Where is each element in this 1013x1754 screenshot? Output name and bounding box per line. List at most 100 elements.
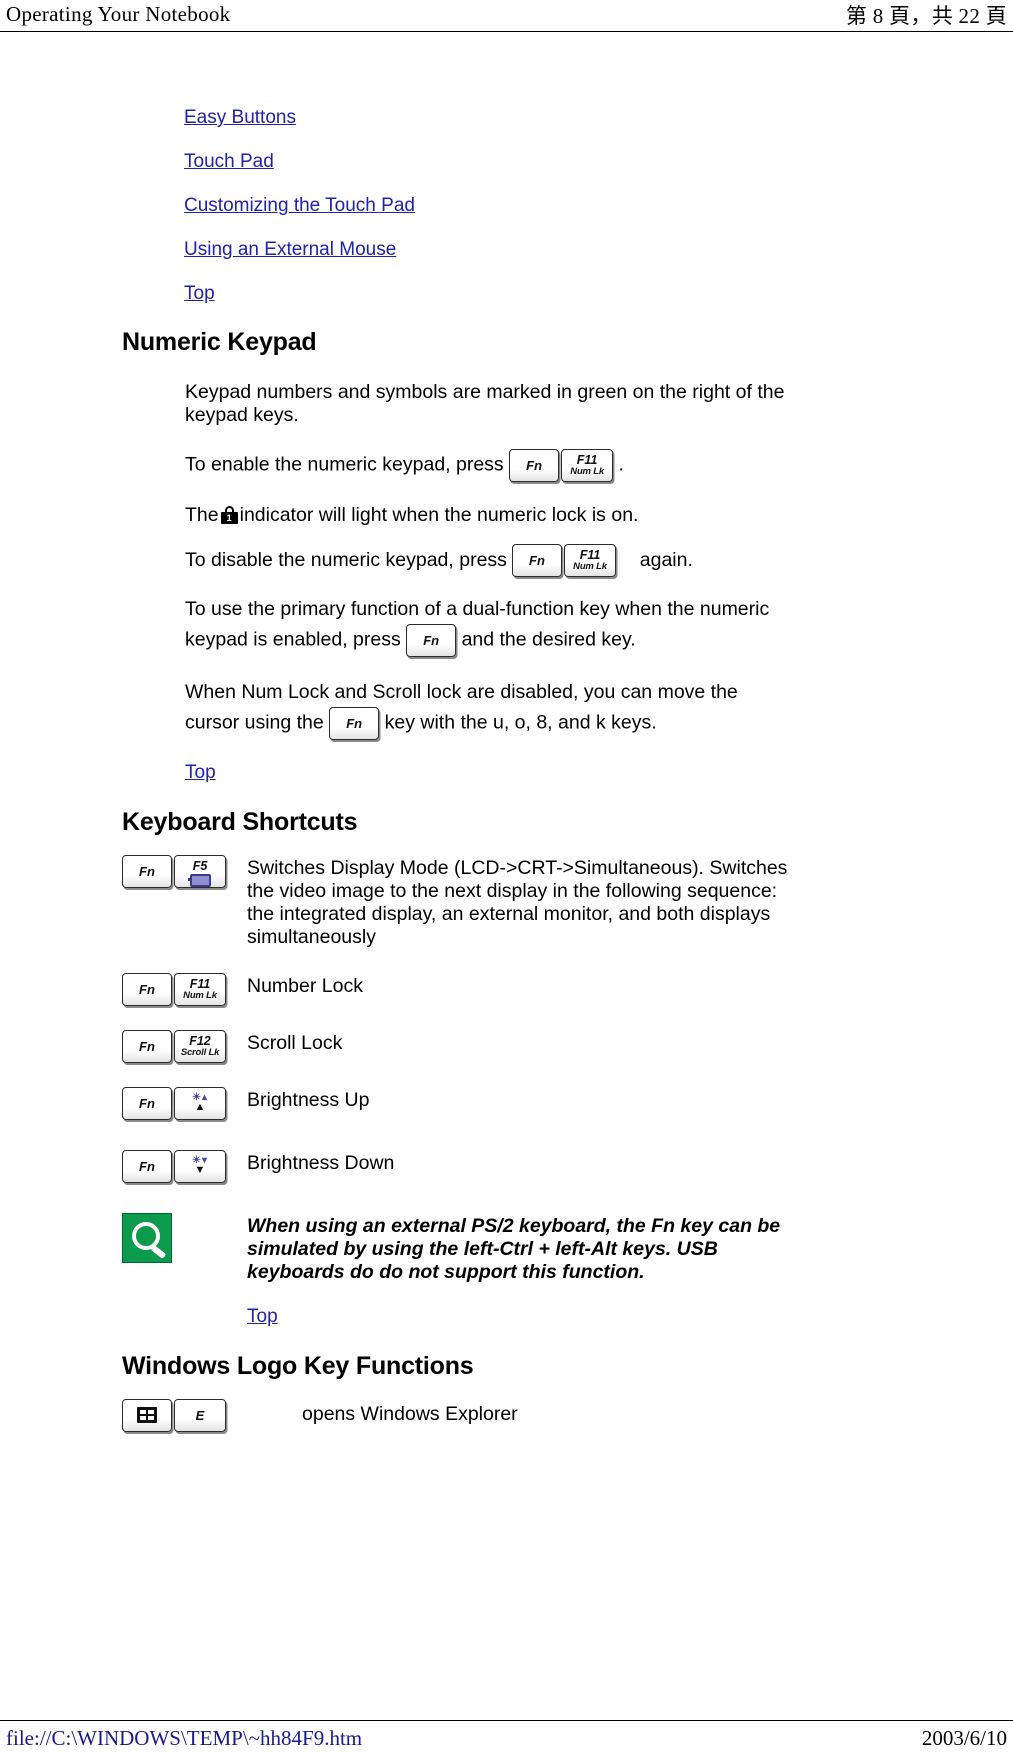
- heading-windows-logo-key-functions: Windows Logo Key Functions: [122, 1352, 474, 1380]
- paragraph-lock-indicator: The 1 indicator will light when the numeri…: [185, 504, 785, 527]
- down-triangle-icon: ▼: [194, 1164, 206, 1176]
- paragraph-enable-keypad: To enable the numeric keypad, press Fn F1…: [185, 449, 785, 482]
- numlock-padlock-icon: 1: [220, 506, 238, 524]
- padlock-body: 1: [220, 512, 238, 524]
- document-content: Easy Buttons Touch Pad Customizing the T…: [0, 32, 1013, 1432]
- key-fn: Fn: [122, 1030, 172, 1063]
- top-link-wrapper-3: Top: [247, 1306, 1013, 1328]
- table-row: Fn F11 Num Lk Number Lock: [0, 973, 1013, 1006]
- key-f11-numlk: F11 Num Lk: [564, 544, 616, 577]
- paragraph-keypad-marked: Keypad numbers and symbols are marked in…: [185, 381, 785, 426]
- heading-numeric-keypad: Numeric Keypad: [122, 328, 317, 356]
- print-date: 2003/6/10: [921, 1726, 1007, 1750]
- monitor-icon: [187, 874, 211, 887]
- shortcut-key-cell: Fn F12 Scroll Lk: [0, 1030, 247, 1063]
- key-f12-scrolllk: F12 Scroll Lk: [174, 1030, 226, 1063]
- table-row: Fn F5 Switches Display Mode (LCD->CRT->Si…: [0, 855, 1013, 949]
- key-fn: Fn: [329, 707, 380, 740]
- shortcut-key-cell: Fn F11 Num Lk: [0, 973, 247, 1006]
- source-file-path[interactable]: file://C:\WINDOWS\TEMP\~hh84F9.htm: [6, 1726, 362, 1751]
- keyboard-shortcuts-table: Fn F5 Switches Display Mode (LCD->CRT->Si…: [0, 855, 1013, 1183]
- document-title: Operating Your Notebook: [6, 2, 231, 26]
- link-top-1[interactable]: Top: [184, 283, 215, 304]
- paragraph-disable-keypad-suffix: again.: [639, 549, 693, 571]
- table-row: Fn ☀▴ ▲ Brightness Up: [0, 1087, 1013, 1120]
- key-fn: Fn: [512, 544, 562, 577]
- table-row: Fn ☀▾ ▼ Brightness Down: [0, 1150, 1013, 1183]
- link-touch-pad[interactable]: Touch Pad: [184, 151, 274, 172]
- up-triangle-icon: ▲: [194, 1101, 206, 1113]
- list-item: Top: [184, 284, 1013, 303]
- link-using-an-external-mouse[interactable]: Using an External Mouse: [184, 239, 396, 260]
- link-customizing-the-touch-pad[interactable]: Customizing the Touch Pad: [184, 195, 415, 216]
- note-icon-tail: [150, 1245, 167, 1259]
- link-top-3[interactable]: Top: [247, 1306, 278, 1327]
- shortcut-description: Scroll Lock: [247, 1032, 343, 1054]
- key-combo-fn-f5: Fn F5: [122, 855, 226, 888]
- paragraph-lock-indicator-prefix: The: [185, 504, 219, 526]
- paragraph-lock-indicator-suffix: indicator will light when the numeric lo…: [239, 504, 639, 526]
- note-text: When using an external PS/2 keyboard, th…: [247, 1215, 781, 1283]
- link-easy-buttons[interactable]: Easy Buttons: [184, 107, 296, 128]
- shortcut-key-cell: Fn F5: [0, 855, 247, 888]
- table-of-contents: Easy Buttons Touch Pad Customizing the T…: [184, 108, 1013, 303]
- key-combo-fn-f11-2: Fn F11 Num Lk: [512, 544, 616, 577]
- key-fn: Fn: [122, 855, 172, 888]
- key-combo-fn-f11: Fn F11 Num Lk: [509, 449, 614, 482]
- paragraph-disable-keypad-text: To disable the numeric keypad, press: [185, 549, 507, 571]
- key-scrolllk-label: Scroll Lk: [180, 1047, 220, 1058]
- list-item: Using an External Mouse: [184, 240, 1013, 259]
- windows-key-description: opens Windows Explorer: [302, 1403, 518, 1425]
- shortcut-description: Switches Display Mode (LCD->CRT->Simulta…: [247, 857, 788, 948]
- shortcut-description: Brightness Up: [247, 1089, 370, 1111]
- paragraph-enable-keypad-suffix: .: [618, 453, 624, 476]
- key-fn: Fn: [509, 449, 560, 482]
- top-link-wrapper-2: Top: [185, 762, 1013, 784]
- key-brightness-down: ☀▾ ▼: [174, 1150, 226, 1183]
- windows-logo-icon: [137, 1407, 157, 1423]
- list-item: Touch Pad: [184, 152, 1013, 171]
- link-top-2[interactable]: Top: [185, 762, 216, 783]
- note-callout: When using an external PS/2 keyboard, th…: [0, 1213, 1013, 1284]
- page-running-header: Operating Your Notebook 第 8 頁，共 22 頁: [0, 0, 1013, 32]
- paragraph-move-cursor-suffix: key with the u, o, 8, and k keys.: [384, 711, 657, 734]
- paragraph-disable-keypad: To disable the numeric keypad, press aga…: [185, 544, 785, 577]
- windows-key-cell: E: [0, 1399, 247, 1432]
- heading-keyboard-shortcuts: Keyboard Shortcuts: [122, 808, 358, 836]
- note-pencil-icon: [122, 1213, 172, 1263]
- windows-logo-table: E opens Windows Explorer: [0, 1399, 1013, 1432]
- key-f5-display: F5: [174, 855, 226, 888]
- paragraph-move-cursor: When Num Lock and Scroll lock are disabl…: [185, 677, 785, 740]
- key-fn: Fn: [122, 1087, 172, 1120]
- key-brightness-up: ☀▴ ▲: [174, 1087, 226, 1120]
- key-numlk-label: Num Lk: [573, 561, 607, 572]
- page-number-indicator: 第 8 頁，共 22 頁: [845, 3, 1007, 28]
- key-numlk-label: Num Lk: [183, 990, 217, 1001]
- shortcut-key-cell: Fn ☀▴ ▲: [0, 1087, 247, 1120]
- shortcut-description: Brightness Down: [247, 1152, 395, 1174]
- key-fn: Fn: [406, 624, 457, 657]
- key-fn: Fn: [122, 973, 172, 1006]
- shortcut-description: Number Lock: [247, 975, 363, 997]
- paragraph-primary-function: To use the primary function of a dual-fu…: [185, 594, 775, 657]
- key-f11-numlk: F11 Num Lk: [174, 973, 226, 1006]
- key-combo-winlogo-e: E: [122, 1399, 226, 1432]
- key-combo-fn-f12: Fn F12 Scroll Lk: [122, 1030, 226, 1063]
- key-e: E: [174, 1399, 226, 1432]
- paragraph-enable-keypad-text: To enable the numeric keypad, press: [185, 453, 504, 476]
- list-item: Customizing the Touch Pad: [184, 196, 1013, 215]
- key-combo-fn-brightness-down: Fn ☀▾ ▼: [122, 1150, 226, 1183]
- table-row: Fn F12 Scroll Lk Scroll Lock: [0, 1030, 1013, 1063]
- list-item: Easy Buttons: [184, 108, 1013, 127]
- paragraph-primary-function-suffix: and the desired key.: [461, 628, 636, 651]
- brightness-up-icon: ☀▴ ▲: [187, 1093, 213, 1113]
- key-windows-logo: [122, 1399, 172, 1432]
- key-f11-numlk: F11 Num Lk: [561, 449, 614, 482]
- brightness-down-icon: ☀▾ ▼: [187, 1156, 213, 1176]
- key-f5-label: F5: [192, 859, 208, 873]
- note-icon-cell: [0, 1213, 247, 1263]
- shortcut-key-cell: Fn ☀▾ ▼: [0, 1150, 247, 1183]
- page-running-footer: file://C:\WINDOWS\TEMP\~hh84F9.htm 2003/…: [0, 1720, 1013, 1754]
- key-combo-fn-brightness-up: Fn ☀▴ ▲: [122, 1087, 226, 1120]
- key-fn: Fn: [122, 1150, 172, 1183]
